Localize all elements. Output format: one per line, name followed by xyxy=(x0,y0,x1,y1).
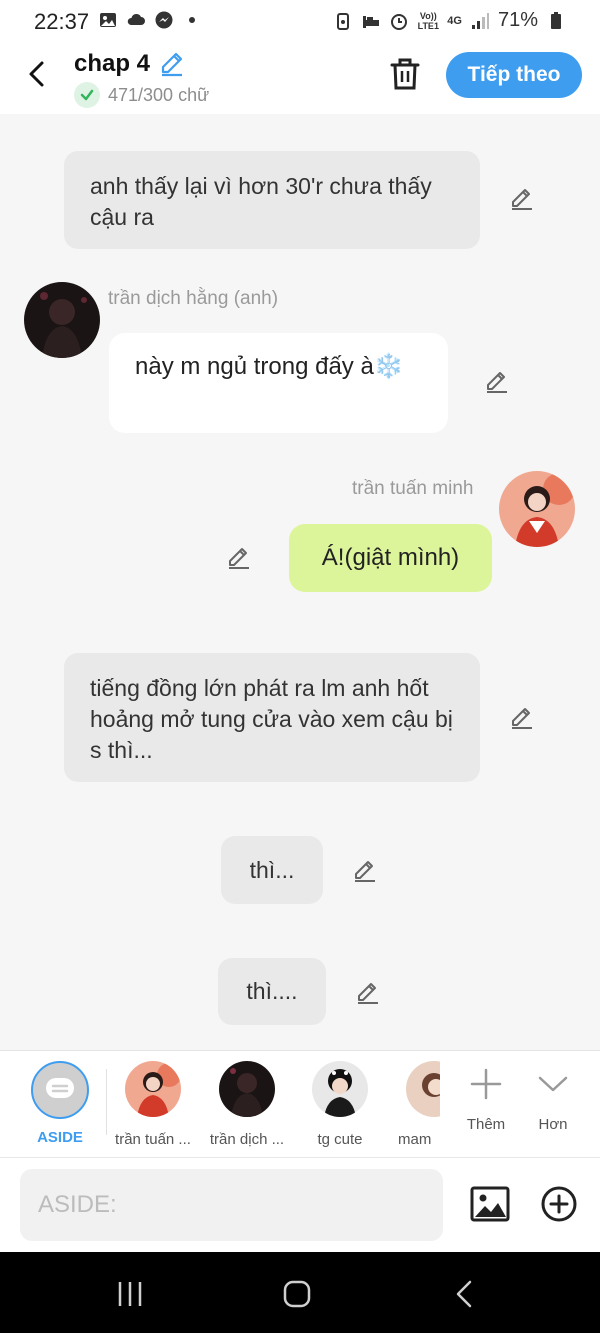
sleep-icon xyxy=(363,15,380,28)
avatar[interactable] xyxy=(24,282,100,358)
narration-bubble[interactable]: thì.... xyxy=(218,958,326,1025)
edit-message-icon[interactable] xyxy=(483,368,511,396)
gallery-icon xyxy=(100,13,116,27)
character-label: trần dịch ... xyxy=(209,1131,285,1148)
battery-icon xyxy=(551,11,561,29)
back-arrow-icon[interactable] xyxy=(22,58,52,90)
narration-bubble[interactable]: anh thấy lại vì hơn 30'r chưa thấy cậu r… xyxy=(64,151,480,249)
check-icon xyxy=(74,82,100,108)
sender-name: trần dịch hằng (anh) xyxy=(108,288,279,309)
more-label: Thêm xyxy=(466,1116,506,1133)
volte-indicator: Vo)) LTE1 xyxy=(417,10,439,31)
status-bar: 22:37 Vo)) LTE1 4G 71% xyxy=(0,0,600,44)
character-label: ASIDE xyxy=(37,1129,83,1146)
edit-message-icon[interactable] xyxy=(508,704,536,732)
system-nav-bar xyxy=(0,1252,600,1333)
character-avatar xyxy=(312,1061,368,1117)
trash-icon[interactable] xyxy=(388,56,422,92)
alarm-icon xyxy=(391,13,408,30)
status-notification-icons xyxy=(98,10,202,30)
character-avatar xyxy=(125,1061,181,1117)
narration-bubble[interactable]: tiếng đồng lớn phát ra lm anh hốt hoảng … xyxy=(64,653,480,782)
message-bubble[interactable]: này m ngủ trong đấy à❄️ xyxy=(109,333,448,433)
edit-message-icon[interactable] xyxy=(225,544,253,572)
expand-characters-button[interactable]: Hơn xyxy=(523,1067,583,1133)
message-input[interactable] xyxy=(20,1169,443,1241)
cloud-icon xyxy=(127,13,145,25)
word-count-text: 471/300 chữ xyxy=(108,84,210,105)
narration-bubble[interactable]: thì... xyxy=(221,836,323,904)
status-time: 22:37 xyxy=(34,9,90,34)
character-avatar xyxy=(219,1061,275,1117)
chat-bubble-icon xyxy=(46,1078,74,1098)
editor-header: chap 4 471/300 chữ Tiếp theo xyxy=(0,44,600,114)
home-icon[interactable] xyxy=(277,1274,317,1314)
back-nav-icon[interactable] xyxy=(445,1274,485,1314)
add-character-button[interactable]: Thêm xyxy=(456,1067,516,1133)
messenger-icon xyxy=(155,11,173,29)
status-system-icons: Vo)) LTE1 4G 71% xyxy=(333,9,566,32)
character-aside[interactable]: ASIDE xyxy=(15,1061,105,1146)
edit-message-icon[interactable] xyxy=(508,185,536,213)
network-type: 4G xyxy=(447,14,462,27)
add-circle-icon[interactable] xyxy=(540,1185,578,1223)
character-selector: ASIDE trần tuấn ... trần dịch ... tg cut… xyxy=(0,1050,600,1158)
chapter-title: chap 4 xyxy=(74,50,151,77)
sender-name: trần tuấn minh xyxy=(352,478,474,499)
character-item[interactable]: trần tuấn ... xyxy=(108,1061,198,1148)
character-label: tg cute xyxy=(317,1131,363,1148)
edit-title-pencil-icon[interactable] xyxy=(158,50,186,78)
character-label: mam xyxy=(398,1131,432,1148)
chat-area[interactable]: anh thấy lại vì hơn 30'r chưa thấy cậu r… xyxy=(0,114,600,1050)
edit-message-icon[interactable] xyxy=(354,979,382,1007)
avatar[interactable] xyxy=(499,471,575,547)
aside-avatar xyxy=(31,1061,89,1119)
character-item[interactable]: trần dịch ... xyxy=(202,1061,292,1148)
dot-icon xyxy=(189,17,195,23)
character-label: trần tuấn ... xyxy=(115,1131,191,1148)
character-item[interactable]: tg cute xyxy=(295,1061,385,1148)
signal-icon xyxy=(471,12,489,29)
plus-icon xyxy=(470,1068,502,1100)
input-bar xyxy=(0,1158,600,1252)
word-count: 471/300 chữ xyxy=(74,82,209,108)
next-button[interactable]: Tiếp theo xyxy=(446,52,582,98)
chevron-down-icon xyxy=(538,1076,568,1092)
collapse-label: Hơn xyxy=(538,1116,568,1133)
edit-message-icon[interactable] xyxy=(351,857,379,885)
recycle-icon xyxy=(337,12,350,30)
image-icon[interactable] xyxy=(470,1184,510,1224)
message-bubble[interactable]: Á!(giật mình) xyxy=(289,524,492,592)
recent-apps-icon[interactable] xyxy=(110,1274,150,1314)
battery-percent: 71% xyxy=(497,9,538,31)
character-avatar xyxy=(406,1061,440,1117)
strip-divider xyxy=(106,1069,107,1135)
character-item[interactable]: mam xyxy=(388,1061,440,1148)
